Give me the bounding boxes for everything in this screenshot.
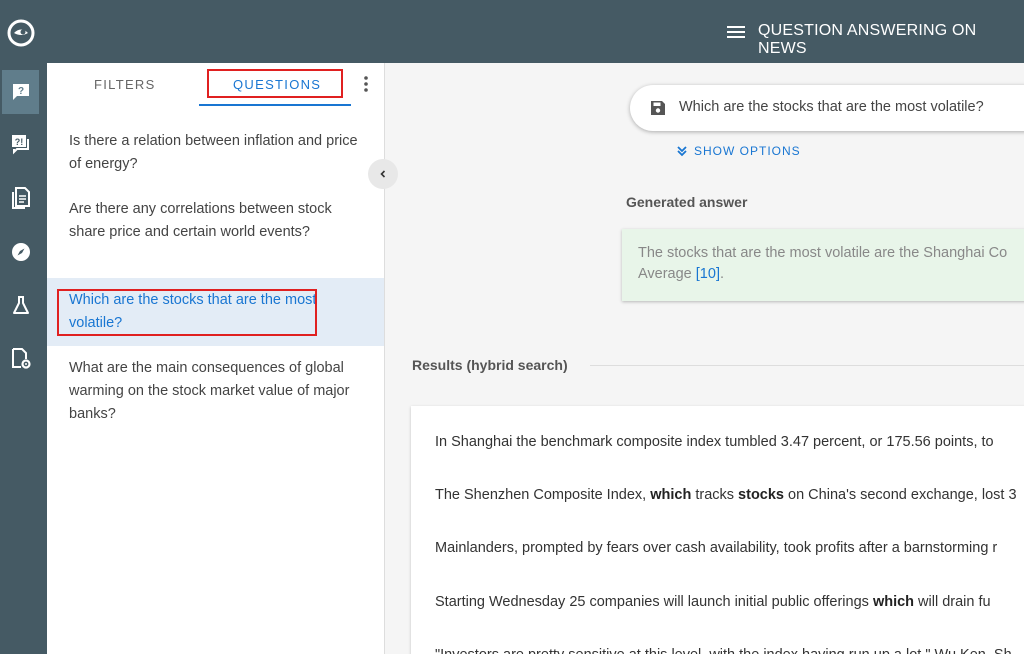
save-icon[interactable] — [650, 100, 666, 116]
svg-text:?!: ?! — [14, 137, 23, 147]
more-options-icon[interactable] — [363, 74, 369, 94]
active-tab-indicator — [199, 104, 351, 106]
main-content: Which are the stocks that are the most v… — [386, 63, 1024, 654]
question-icon: ? — [12, 84, 29, 100]
question-item[interactable]: What are the main consequences of global… — [47, 357, 384, 426]
generated-answer-label: Generated answer — [626, 194, 748, 210]
answer-reference-link[interactable]: [10] — [696, 266, 720, 282]
result-text: will drain fu — [914, 594, 991, 610]
result-text: "Investors are pretty sensitive at this … — [435, 647, 1012, 654]
rail-item-settings[interactable] — [2, 337, 39, 381]
double-chevron-down-icon — [677, 146, 687, 157]
document-icon — [11, 187, 30, 209]
result-text: tracks — [691, 487, 739, 503]
result-keyword: stocks — [738, 487, 784, 503]
show-options-button[interactable]: SHOW OPTIONS — [676, 144, 801, 158]
search-input[interactable]: Which are the stocks that are the most v… — [630, 85, 1024, 131]
question-item[interactable]: Are there any correlations between stock… — [47, 198, 384, 244]
top-bar: QUESTION ANSWERING ON NEWS — [47, 0, 1024, 63]
result-line: "Investors are pretty sensitive at this … — [435, 647, 1012, 654]
show-options-label: SHOW OPTIONS — [694, 144, 801, 158]
result-text: The Shenzhen Composite Index, — [435, 487, 651, 503]
result-line: The Shenzhen Composite Index, which trac… — [435, 487, 1017, 503]
svg-text:?: ? — [17, 86, 23, 97]
faq-icon: ?! — [11, 135, 29, 155]
selected-question-highlight — [57, 289, 317, 336]
rail-item-faq[interactable]: ?! — [2, 122, 39, 166]
answer-text: The stocks that are the most volatile ar… — [638, 245, 1008, 261]
logo-icon[interactable] — [6, 18, 36, 48]
result-text: on China's second exchange, lost 3 — [784, 487, 1017, 503]
rail-item-questions[interactable]: ? — [2, 70, 39, 114]
answer-text-cont: Average — [638, 266, 692, 282]
result-text: In Shanghai the benchmark composite inde… — [435, 434, 994, 450]
questions-tab-highlight — [207, 69, 343, 98]
results-label: Results (hybrid search) — [412, 357, 568, 373]
rail-item-explore[interactable] — [2, 230, 39, 274]
rail-item-documents[interactable] — [2, 176, 39, 220]
nav-rail: ? ?! — [0, 0, 47, 654]
result-line: Starting Wednesday 25 companies will lau… — [435, 594, 991, 610]
rail-item-experiments[interactable] — [2, 283, 39, 327]
result-line: In Shanghai the benchmark composite inde… — [435, 434, 994, 450]
result-line: Mainlanders, prompted by fears over cash… — [435, 540, 997, 556]
result-keyword: which — [872, 594, 915, 610]
file-settings-icon — [11, 348, 31, 369]
results-card: In Shanghai the benchmark composite inde… — [411, 406, 1024, 654]
app-title: QUESTION ANSWERING ON NEWS — [758, 22, 977, 57]
compass-icon — [11, 243, 30, 261]
result-text: Starting Wednesday 25 companies will lau… — [435, 594, 873, 610]
tab-filters[interactable]: FILTERS — [94, 77, 156, 92]
answer-text-end: . — [719, 266, 724, 282]
flask-icon — [12, 296, 29, 314]
results-divider — [590, 365, 1024, 366]
result-keyword: which — [650, 487, 692, 503]
search-query: Which are the stocks that are the most v… — [679, 99, 984, 115]
generated-answer: The stocks that are the most volatile ar… — [622, 229, 1024, 301]
result-text: Mainlanders, prompted by fears over cash… — [435, 540, 998, 556]
menu-icon[interactable] — [725, 23, 747, 41]
question-item[interactable]: Is there a relation between inflation an… — [47, 130, 384, 176]
questions-panel: FILTERS QUESTIONS Is there a relation be… — [47, 63, 385, 654]
